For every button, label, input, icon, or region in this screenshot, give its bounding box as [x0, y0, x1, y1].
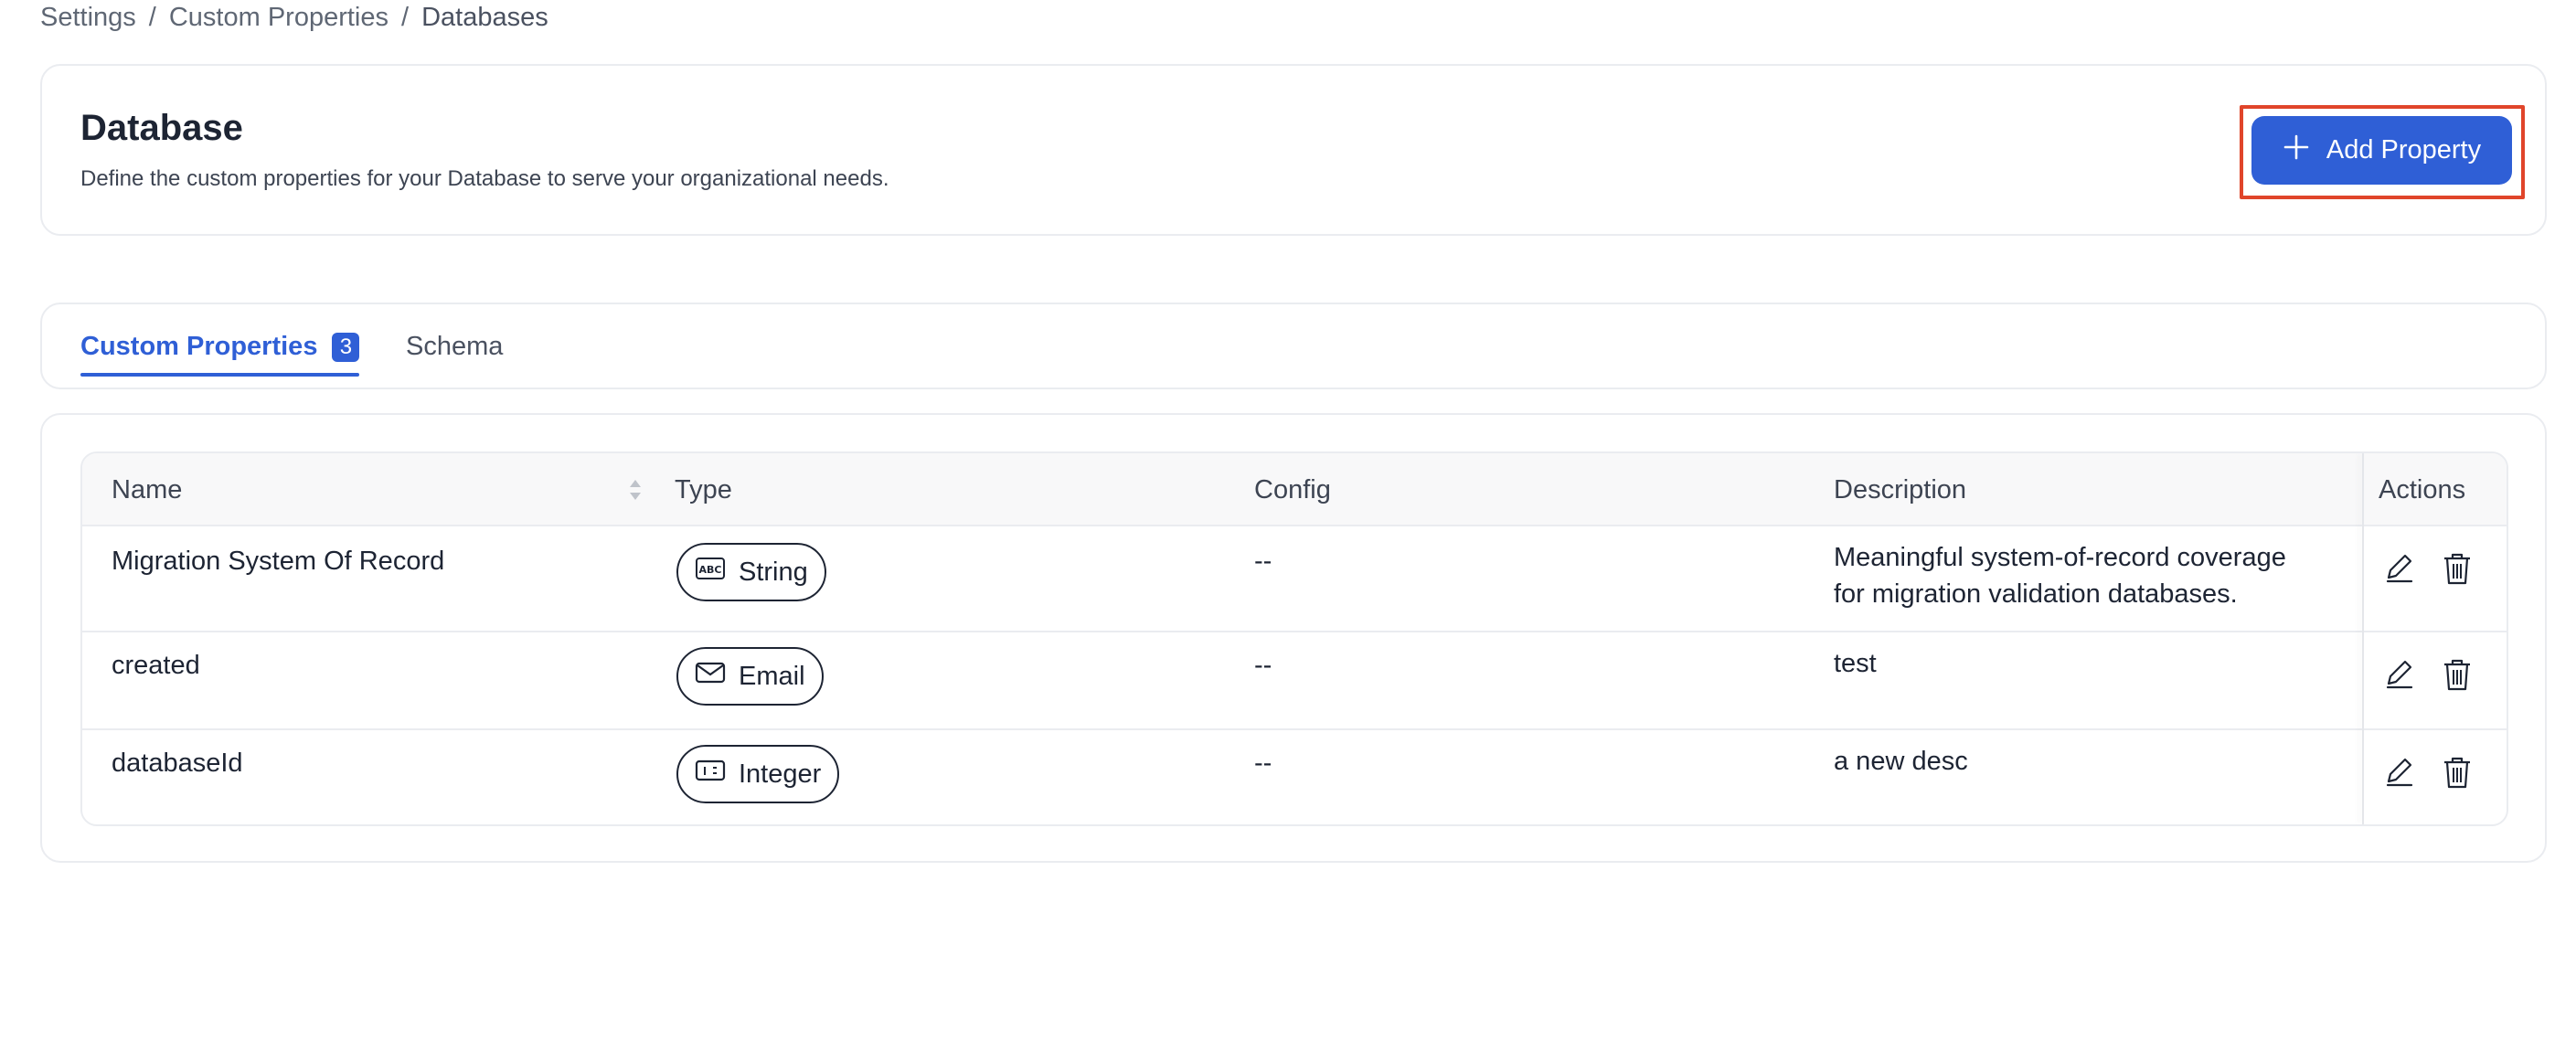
- type-label: Email: [739, 661, 805, 691]
- type-label: Integer: [739, 759, 822, 789]
- config-value: --: [1254, 547, 1272, 576]
- breadcrumb-custom-properties[interactable]: Custom Properties: [169, 3, 389, 33]
- type-label: String: [739, 557, 808, 587]
- header-card: Database Define the custom properties fo…: [40, 64, 2547, 236]
- table-row: Migration System Of Record ABC String --…: [82, 526, 2507, 632]
- breadcrumb: Settings / Custom Properties / Databases: [40, 0, 548, 35]
- description-line: Meaningful system-of-record coverage: [1834, 543, 2286, 572]
- property-name: databaseId: [112, 749, 243, 778]
- trash-icon[interactable]: [2439, 754, 2475, 791]
- table-row: created Email -- test: [82, 632, 2507, 730]
- table-row: databaseId Integer -- a new desc: [82, 730, 2507, 824]
- svg-text:ABC: ABC: [699, 564, 722, 576]
- add-property-label: Add Property: [2326, 135, 2482, 165]
- sort-icon[interactable]: [627, 477, 644, 503]
- edit-icon[interactable]: [2380, 550, 2417, 587]
- type-tag: ABC String: [676, 543, 826, 601]
- description-line: for migration validation databases.: [1834, 579, 2238, 609]
- column-header-actions: Actions: [2379, 474, 2466, 504]
- column-header-description: Description: [1834, 474, 1967, 504]
- trash-icon[interactable]: [2439, 550, 2475, 587]
- breadcrumb-separator: /: [401, 2, 410, 32]
- page: Settings / Custom Properties / Databases…: [0, 0, 2576, 1062]
- column-header-config: Config: [1254, 474, 1331, 504]
- page-title: Database: [80, 108, 243, 148]
- breadcrumb-separator: /: [148, 2, 156, 32]
- property-name: Migration System Of Record: [112, 547, 445, 576]
- properties-table-card: Name Type Config Description Actions Mig…: [40, 413, 2547, 863]
- description-line: test: [1834, 649, 1877, 678]
- envelope-icon: [695, 661, 726, 692]
- config-value: --: [1254, 651, 1272, 680]
- tab-custom-properties-label: Custom Properties: [80, 332, 318, 361]
- actions-column-divider: [2362, 453, 2364, 824]
- tab-schema-label: Schema: [406, 332, 504, 361]
- tab-custom-properties[interactable]: Custom Properties 3: [80, 304, 360, 389]
- table-header: Name Type Config Description Actions: [82, 453, 2507, 526]
- breadcrumb-settings[interactable]: Settings: [40, 3, 136, 33]
- config-value: --: [1254, 749, 1272, 778]
- plus-icon: [2283, 133, 2310, 168]
- add-property-button[interactable]: Add Property: [2251, 116, 2512, 185]
- edit-icon[interactable]: [2380, 754, 2417, 791]
- breadcrumb-databases: Databases: [421, 2, 548, 32]
- column-header-type: Type: [675, 474, 732, 504]
- count-badge: 3: [332, 332, 360, 362]
- tabs-bar: Custom Properties 3 Schema: [40, 303, 2547, 389]
- type-tag: Integer: [676, 745, 840, 803]
- number-icon: [695, 759, 726, 790]
- trash-icon[interactable]: [2439, 656, 2475, 693]
- abc-icon: ABC: [695, 557, 726, 588]
- description-line: a new desc: [1834, 747, 1968, 776]
- page-description: Define the custom properties for your Da…: [80, 166, 889, 191]
- edit-icon[interactable]: [2380, 656, 2417, 693]
- tab-schema[interactable]: Schema: [406, 304, 503, 389]
- type-tag: Email: [676, 647, 824, 706]
- property-name: created: [112, 651, 200, 680]
- column-header-name[interactable]: Name: [112, 453, 182, 526]
- properties-table: Name Type Config Description Actions Mig…: [80, 451, 2508, 826]
